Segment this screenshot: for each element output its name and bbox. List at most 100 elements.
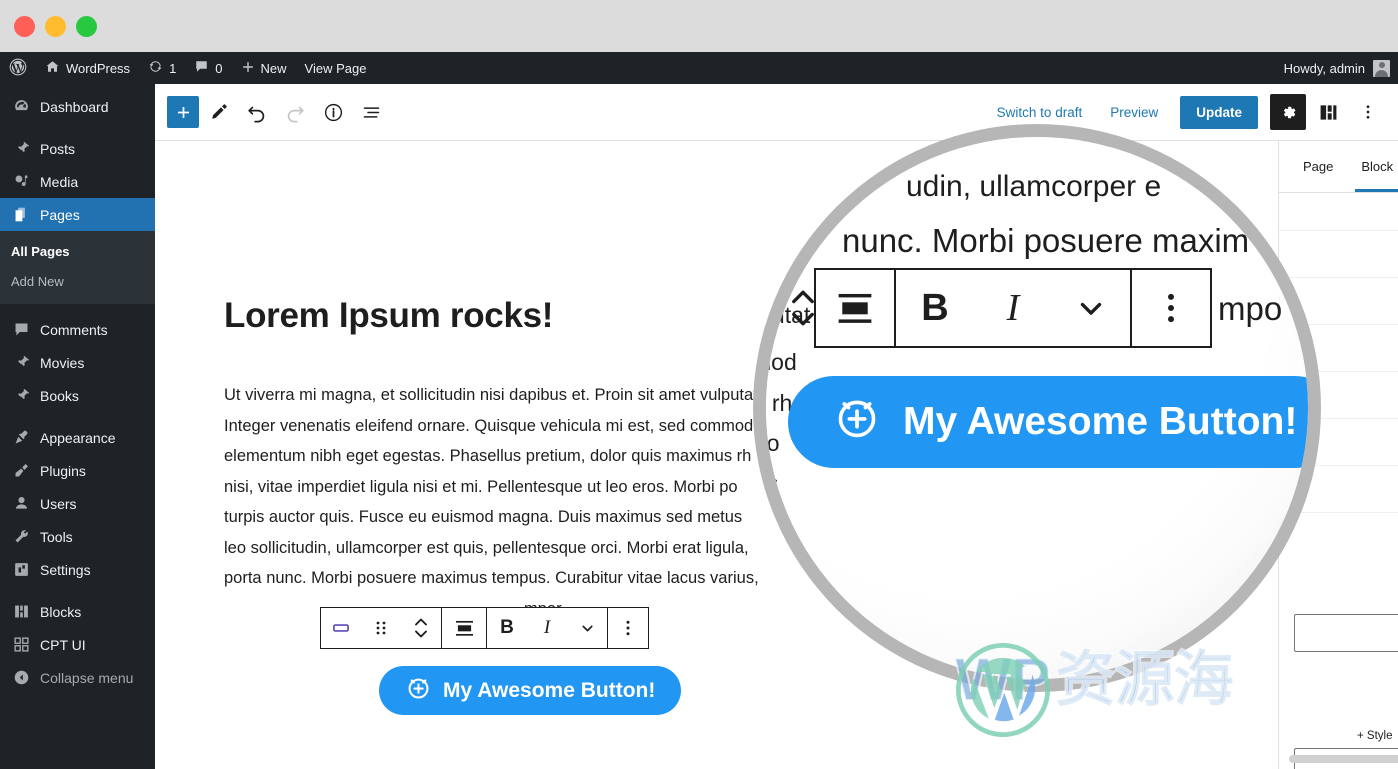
sidebar-item-books[interactable]: Books	[0, 379, 155, 412]
info-button[interactable]	[315, 94, 351, 130]
chevron-down-icon[interactable]	[1052, 269, 1130, 347]
style-select-1[interactable]	[1294, 614, 1398, 652]
new-content-menu[interactable]: New	[232, 52, 296, 84]
sidebar-item-label: Collapse menu	[40, 669, 134, 686]
vertical-dots-icon[interactable]	[1132, 269, 1210, 347]
plus-circle-icon	[405, 674, 432, 707]
sidebar-item-dashboard[interactable]: Dashboard	[0, 90, 155, 123]
sidebar-item-label: Plugins	[40, 462, 86, 479]
settings-gear-button[interactable]	[1270, 94, 1306, 130]
updates-icon	[148, 59, 163, 77]
wordpress-icon	[8, 57, 28, 80]
move-updown-button[interactable]	[401, 608, 441, 648]
account-menu[interactable]: Howdy, admin	[1283, 59, 1398, 77]
redo-button[interactable]	[277, 94, 313, 130]
magnified-awesome-button[interactable]: My Awesome Button!	[788, 376, 1308, 468]
undo-button[interactable]	[239, 94, 275, 130]
editor-header-actions: Switch to draft Preview Update	[985, 94, 1386, 130]
site-name-menu[interactable]: WordPress	[36, 52, 139, 84]
magnified-block-toolbar: B I	[814, 268, 1212, 348]
sidebar-item-movies[interactable]: Movies	[0, 346, 155, 379]
sidebar-item-label: Posts	[40, 140, 76, 157]
italic-button[interactable]: I	[974, 269, 1052, 347]
sidebar-item-blocks[interactable]: Blocks	[0, 595, 155, 628]
menu-separator	[0, 586, 155, 595]
pages-icon	[11, 205, 31, 225]
drag-handle[interactable]	[361, 608, 401, 648]
editor-header: Switch to draft Preview Update	[155, 84, 1398, 141]
plus-icon	[241, 60, 255, 77]
sidebar-item-users[interactable]: Users	[0, 487, 155, 520]
more-options-button[interactable]	[1350, 94, 1386, 130]
magnified-fragment-right: mpo	[1218, 290, 1283, 327]
sidebar-item-label: Blocks	[40, 603, 82, 620]
align-center-icon[interactable]	[816, 269, 894, 347]
sidebar-item-pages[interactable]: Pages	[0, 198, 163, 231]
zoom-window-button[interactable]	[76, 16, 97, 37]
view-page-label: View Page	[304, 60, 367, 76]
update-button[interactable]: Update	[1180, 95, 1258, 129]
sidebar-item-label: Settings	[40, 561, 91, 578]
admin-sidebar: Dashboard Posts Media Pages All Pages Ad…	[0, 84, 163, 769]
italic-button[interactable]: I	[527, 608, 567, 648]
sidebar-item-comments[interactable]: Comments	[0, 313, 155, 346]
view-page-link[interactable]: View Page	[296, 52, 376, 84]
sidebar-item-cpt-ui[interactable]: CPT UI	[0, 628, 155, 661]
pages-submenu: All Pages Add New	[0, 231, 155, 304]
button-block-icon[interactable]	[321, 608, 361, 648]
magnified-awesome-button-label: My Awesome Button!	[903, 400, 1298, 443]
edit-pencil-button[interactable]	[201, 94, 237, 130]
bold-button[interactable]: B	[487, 608, 527, 648]
bold-button[interactable]: B	[896, 269, 974, 347]
block-toolbar-group-more	[608, 608, 648, 648]
user-icon	[11, 494, 31, 514]
switch-to-draft-button[interactable]: Switch to draft	[985, 99, 1095, 126]
magnified-toolbar-group-align	[816, 270, 896, 346]
updates-menu[interactable]: 1	[139, 52, 185, 84]
style-label: + Style	[1357, 730, 1393, 742]
sidebar-item-appearance[interactable]: Appearance	[0, 421, 155, 454]
sidebar-item-label: Dashboard	[40, 98, 109, 115]
close-window-button[interactable]	[14, 16, 35, 37]
updates-count: 1	[169, 60, 177, 76]
sidebar-item-posts[interactable]: Posts	[0, 132, 155, 165]
howdy-label: Howdy, admin	[1283, 60, 1365, 76]
awesome-button-label: My Awesome Button!	[443, 678, 656, 702]
add-block-button[interactable]	[167, 96, 199, 128]
sidebar-item-plugins[interactable]: Plugins	[0, 454, 155, 487]
brush-icon	[11, 428, 31, 448]
tab-block[interactable]: Block	[1347, 141, 1398, 192]
wp-logo-menu[interactable]	[0, 52, 36, 84]
align-center-icon[interactable]	[442, 608, 486, 648]
app-root: WordPress 1 0 New View Page Howdy, admin	[0, 0, 1398, 769]
submenu-item-add-new[interactable]: Add New	[0, 267, 155, 297]
magnified-paragraph-line: udin, ullamcorper e	[906, 170, 1162, 203]
sidebar-item-media[interactable]: Media	[0, 165, 155, 198]
chevron-down-icon[interactable]	[567, 608, 607, 648]
magnified-toolbar-group-more	[1132, 270, 1210, 346]
sidebar-item-tools[interactable]: Tools	[0, 520, 155, 553]
new-label: New	[260, 60, 287, 76]
block-patterns-button[interactable]	[1310, 94, 1346, 130]
submenu-item-all-pages[interactable]: All Pages	[0, 237, 155, 267]
sidebar-item-label: Comments	[40, 321, 108, 338]
minimize-window-button[interactable]	[45, 16, 66, 37]
plus-circle-icon	[832, 392, 882, 452]
block-toolbar-group-format: B I	[487, 608, 608, 648]
vertical-dots-icon[interactable]	[608, 608, 648, 648]
sidebar-item-label: Media	[40, 173, 79, 190]
blocks-icon	[11, 602, 31, 622]
awesome-button-block[interactable]: My Awesome Button!	[379, 666, 682, 715]
sidebar-item-settings[interactable]: Settings	[0, 553, 155, 586]
page-title[interactable]: Lorem Ipsum rocks!	[224, 296, 553, 336]
list-view-button[interactable]	[353, 94, 389, 130]
comment-bubble-icon	[194, 59, 209, 77]
block-toolbar-group-align	[442, 608, 487, 648]
submenu-item-label: All Pages	[11, 244, 70, 259]
settings-horizontal-scrollbar[interactable]	[1289, 755, 1398, 763]
submenu-item-label: Add New	[11, 273, 64, 289]
sidebar-item-label: Movies	[40, 354, 85, 371]
sidebar-item-collapse-menu[interactable]: Collapse menu	[0, 661, 155, 694]
comments-menu[interactable]: 0	[185, 52, 231, 84]
preview-button[interactable]: Preview	[1098, 99, 1170, 126]
